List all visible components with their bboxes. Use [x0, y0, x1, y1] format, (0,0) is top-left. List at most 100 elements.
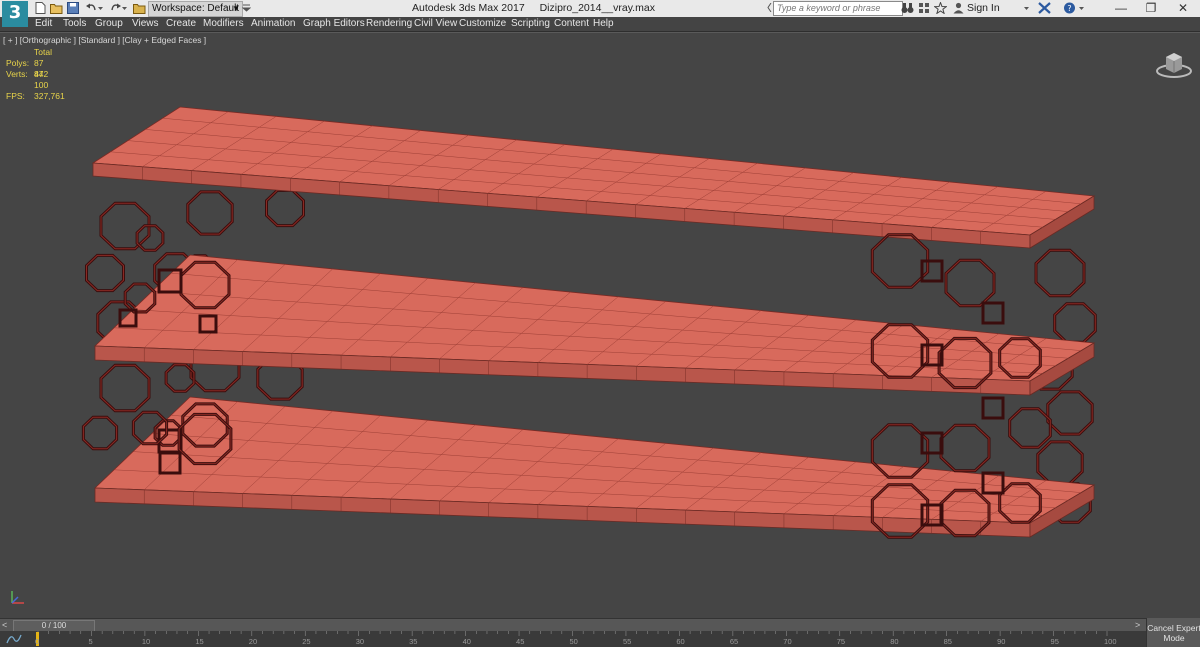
redo-dropdown-icon[interactable]	[121, 2, 128, 14]
customize-quick-access-icon[interactable]	[242, 2, 251, 14]
frame-tick-label: 80	[890, 637, 899, 646]
prev-frame-arrow-icon[interactable]: <	[2, 619, 12, 631]
lattice-octagon	[86, 254, 124, 292]
stats-header: Total	[34, 47, 52, 57]
new-file-icon[interactable]	[34, 2, 47, 14]
exchange-apps-icon[interactable]	[1038, 2, 1051, 14]
user-icon[interactable]	[952, 2, 965, 14]
lattice-octagon	[82, 416, 118, 450]
verts-value: 87 100	[34, 69, 49, 90]
app-name: Autodesk 3ds Max 2017	[412, 2, 525, 14]
lattice-octagon	[940, 424, 990, 472]
search-input[interactable]: Type a keyword or phrase	[773, 1, 903, 16]
menu-views[interactable]: Views	[132, 17, 159, 31]
frame-tick-label: 25	[302, 637, 311, 646]
lattice-square	[920, 259, 944, 283]
frame-tick-label: 70	[783, 637, 792, 646]
title-bar: 3 Workspace: Default ▼ Autodesk 3ds Max …	[0, 0, 1200, 27]
frame-tick-label: 60	[676, 637, 685, 646]
lattice-square	[981, 396, 1005, 420]
lattice-octagon	[100, 202, 150, 250]
workspace-dropdown[interactable]: Workspace: Default ▼	[148, 1, 243, 17]
restore-button[interactable]: ❐	[1136, 0, 1166, 16]
app-logo[interactable]: 3	[2, 1, 28, 27]
frame-tick-label: 65	[729, 637, 739, 646]
fps-label: FPS:	[6, 91, 25, 101]
search-bar-grip-icon	[767, 3, 772, 12]
project-folder-icon[interactable]	[133, 2, 146, 14]
menu-group[interactable]: Group	[95, 17, 123, 31]
tv-stand-model[interactable]	[0, 33, 1200, 619]
frame-tick-label: 100	[1104, 637, 1117, 646]
lattice-octagon	[1047, 391, 1093, 435]
lattice-octagon	[1009, 408, 1051, 448]
frame-tick-label: 90	[997, 637, 1006, 646]
fps-value: 327,761	[34, 91, 65, 101]
frame-tick-label: 75	[836, 637, 846, 646]
cancel-expert-mode-label: Cancel Expert Mode	[1147, 623, 1200, 643]
help-icon[interactable]: ?	[1063, 2, 1076, 14]
polys-label: Polys:	[6, 58, 30, 68]
frame-tick-label: 15	[195, 637, 204, 646]
cancel-expert-mode-button[interactable]: Cancel Expert Mode	[1146, 618, 1200, 647]
frame-tick-label: 50	[569, 637, 578, 646]
svg-text:?: ?	[1067, 4, 1071, 13]
frame-tick-label: 40	[462, 637, 471, 646]
window-title: Autodesk 3ds Max 2017 Dizipro_2014__vray…	[412, 2, 655, 14]
menu-content[interactable]: Content	[554, 17, 589, 31]
sign-in-button[interactable]: Sign In	[967, 2, 1000, 14]
minimize-button[interactable]: —	[1106, 0, 1136, 16]
lattice-octagon	[945, 259, 995, 307]
lattice-octagon	[1035, 249, 1085, 297]
lattice-octagon	[871, 234, 929, 288]
lattice-octagon	[266, 189, 304, 227]
lattice-octagon	[1037, 441, 1083, 485]
time-slider[interactable]: < 0 / 100 >	[0, 618, 1146, 632]
frame-tick-label: 5	[88, 637, 93, 646]
menu-scripting[interactable]: Scripting	[511, 17, 550, 31]
viewport-label-menu[interactable]: [ + ] [Orthographic ] [Standard ] [Clay …	[3, 35, 206, 45]
lattice-octagon	[1054, 303, 1096, 343]
save-icon[interactable]	[67, 2, 80, 14]
frame-tick-label: 10	[141, 637, 151, 646]
favorites-star-icon[interactable]	[934, 2, 947, 14]
menu-create[interactable]: Create	[166, 17, 196, 31]
menu-graph-editors[interactable]: Graph Editors	[303, 17, 365, 31]
help-dropdown-icon[interactable]	[1078, 2, 1085, 14]
frame-tick-label: 85	[943, 637, 952, 646]
verts-label: Verts:	[6, 69, 28, 79]
sign-in-dropdown-icon[interactable]	[1023, 2, 1030, 14]
lattice-octagon	[187, 191, 233, 235]
undo-dropdown-icon[interactable]	[97, 2, 104, 14]
frame-tick-label: 45	[516, 637, 525, 646]
menu-rendering[interactable]: Rendering	[366, 17, 412, 31]
frame-tick-label: 55	[622, 637, 632, 646]
menu-customize[interactable]: Customize	[459, 17, 506, 31]
perspective-viewport[interactable]: [ + ] [Orthographic ] [Standard ] [Clay …	[0, 32, 1200, 619]
top-shelf-top	[91, 106, 1096, 236]
close-button[interactable]: ✕	[1168, 0, 1198, 16]
chevron-down-icon: ▼	[232, 4, 240, 13]
frame-tick-label: 30	[355, 637, 365, 646]
menu-tools[interactable]: Tools	[63, 17, 86, 31]
binoculars-icon[interactable]	[901, 2, 914, 14]
menu-help[interactable]: Help	[593, 17, 614, 31]
menu-animation[interactable]: Animation	[251, 17, 295, 31]
menu-edit[interactable]: Edit	[35, 17, 52, 31]
menu-civil-view[interactable]: Civil View	[414, 17, 457, 31]
open-folder-icon[interactable]	[50, 2, 63, 14]
menu-bar: Edit Tools Group Views Create Modifiers …	[0, 17, 1200, 32]
next-frame-arrow-icon[interactable]: >	[1135, 619, 1145, 631]
track-bar[interactable]: 0 5 10 15 20 25 30 35 40 45 50 55 60 65 70 75 80 85 90 95 10…	[0, 631, 1146, 647]
frame-tick-label: 35	[409, 637, 418, 646]
communication-center-icon[interactable]	[918, 2, 931, 14]
workspace-label: Workspace: Default	[152, 3, 240, 14]
frame-tick-label: 20	[248, 637, 258, 646]
lattice-octagon	[100, 364, 150, 412]
axis-tripod-icon	[11, 591, 24, 604]
frame-tick-label: 95	[1050, 637, 1059, 646]
menu-modifiers[interactable]: Modifiers	[203, 17, 244, 31]
lattice-square	[981, 301, 1005, 325]
viewcube-icon[interactable]	[1154, 49, 1194, 81]
frame-tick-label: 0	[35, 637, 40, 646]
